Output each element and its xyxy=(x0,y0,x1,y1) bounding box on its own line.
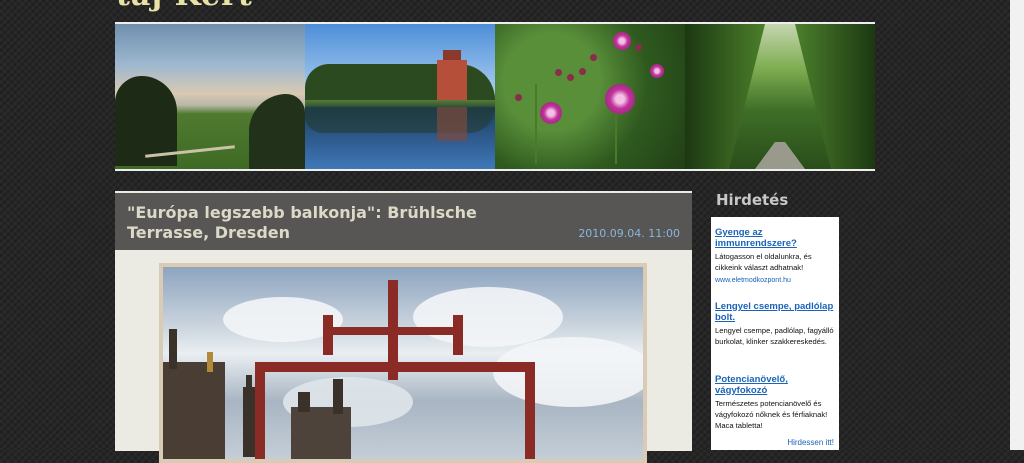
ad-item[interactable]: Lengyel csempe, padlólap bolt. Lengyel c… xyxy=(715,301,837,347)
pink-flowers-photo xyxy=(495,24,685,169)
park-sky-photo xyxy=(115,24,305,169)
sidebar-heading: Hirdetés xyxy=(716,191,789,209)
ad-text: Természetes potencianövelő és vágyfokozó… xyxy=(715,399,828,430)
scrollbar-track[interactable] xyxy=(1010,0,1024,450)
ad-title-link[interactable]: Gyenge az immunrendszere? xyxy=(715,227,837,249)
post-header: "Európa legszebb balkonja": Brühlsche Te… xyxy=(115,191,692,250)
ad-title-link[interactable]: Lengyel csempe, padlólap bolt. xyxy=(715,301,837,323)
blog-post: "Európa legszebb balkonja": Brühlsche Te… xyxy=(115,191,692,463)
ad-text: Lengyel csempe, padlólap, fagyálló burko… xyxy=(715,326,834,346)
lake-mansion-photo xyxy=(305,24,495,169)
ad-box: Gyenge az immunrendszere? Látogasson el … xyxy=(711,217,839,450)
post-title[interactable]: "Európa legszebb balkonja": Brühlsche Te… xyxy=(127,203,527,243)
advertise-here-link[interactable]: Hirdessen itt! xyxy=(787,438,834,447)
ad-text: Látogasson el oldalunkra, és cikkeink vá… xyxy=(715,252,812,272)
site-title[interactable]: táj Kert xyxy=(116,0,253,13)
post-date[interactable]: 2010.09.04. 11:00 xyxy=(578,227,680,240)
tree-avenue-photo xyxy=(685,24,875,169)
ad-item[interactable]: Gyenge az immunrendszere? Látogasson el … xyxy=(715,227,837,286)
ad-item[interactable]: Potencianövelő, vágyfokozó Természetes p… xyxy=(715,374,837,431)
ad-title-link[interactable]: Potencianövelő, vágyfokozó xyxy=(715,374,837,396)
dresden-red-frame-photo xyxy=(159,263,647,463)
header-banner xyxy=(115,22,875,171)
ad-url[interactable]: www.eletmodkozpont.hu xyxy=(715,275,837,286)
